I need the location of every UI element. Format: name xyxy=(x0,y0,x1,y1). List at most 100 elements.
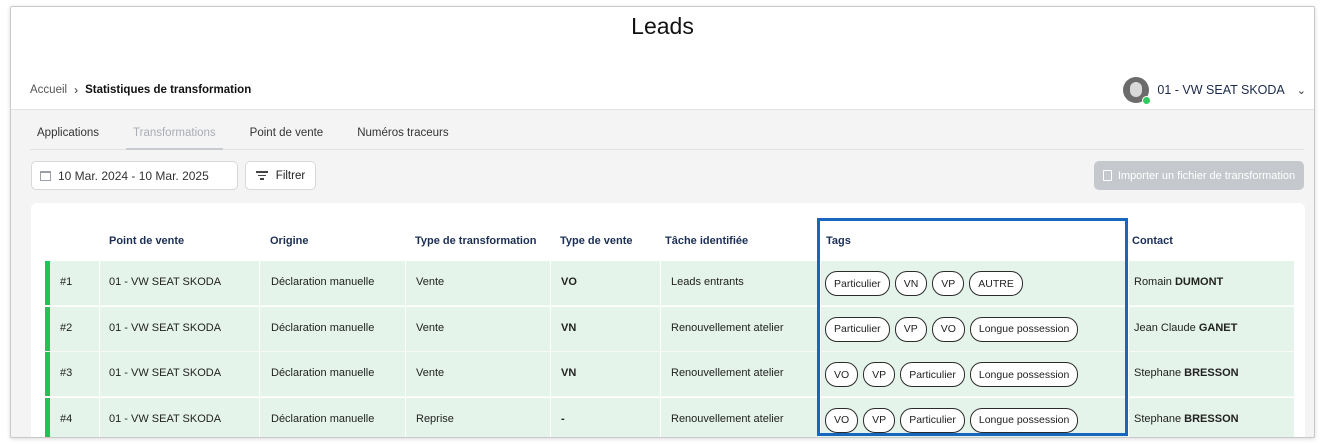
chevron-down-icon: ⌄ xyxy=(1296,84,1306,97)
column-divider xyxy=(405,306,406,351)
tab-numeros-traceurs[interactable]: Numéros traceurs xyxy=(350,124,455,150)
tab-bar: Applications Transformations Point de ve… xyxy=(30,124,1304,150)
column-divider xyxy=(99,397,100,437)
cell-tache: Renouvellement atelier xyxy=(671,412,784,425)
filter-button[interactable]: Filtrer xyxy=(245,161,316,190)
header-tags[interactable]: Tags xyxy=(826,235,851,247)
column-divider xyxy=(550,397,551,437)
row-index: #1 xyxy=(60,276,73,288)
column-divider xyxy=(1128,261,1129,305)
table-row[interactable]: #2 01 - VW SEAT SKODA Déclaration manuelle… xyxy=(45,306,1294,352)
tag-chip[interactable]: Longue possession xyxy=(969,362,1079,387)
cell-point-de-vente: 01 - VW SEAT SKODA xyxy=(109,367,222,379)
tag-chip[interactable]: VO xyxy=(825,362,859,387)
transformations-table: Point de vente Origine Type de transform… xyxy=(31,203,1305,437)
table-row[interactable]: #3 01 - VW SEAT SKODA Déclaration manuelle… xyxy=(45,352,1294,397)
tag-chip[interactable]: VP xyxy=(894,316,927,342)
column-divider xyxy=(405,397,406,437)
tag-chip[interactable]: Particulier xyxy=(825,271,890,296)
column-divider xyxy=(660,397,661,437)
contact-first-name: Romain xyxy=(1134,276,1172,288)
avatar-face-icon xyxy=(1130,82,1143,97)
tag-list: Particulier VN VP AUTRE xyxy=(825,271,1023,296)
avatar xyxy=(1123,77,1152,105)
column-divider xyxy=(259,306,260,351)
contact-first-name: Stephane xyxy=(1134,367,1182,379)
column-divider xyxy=(259,352,260,396)
column-divider xyxy=(1128,352,1129,396)
column-divider xyxy=(550,261,551,305)
tag-chip[interactable]: Particulier xyxy=(825,316,890,342)
tag-chip[interactable]: VP xyxy=(863,362,896,387)
column-divider xyxy=(660,306,661,351)
column-divider xyxy=(99,352,100,396)
contact-last-name: BRESSON xyxy=(1184,367,1239,379)
cell-point-de-vente: 01 - VW SEAT SKODA xyxy=(109,412,222,425)
tag-chip[interactable]: Particulier xyxy=(900,407,965,433)
tag-list: VO VP Particulier Longue possession xyxy=(825,362,1079,387)
tag-chip[interactable]: Longue possession xyxy=(969,316,1079,342)
contact-last-name: BRESSON xyxy=(1184,412,1239,425)
tab-transformations[interactable]: Transformations xyxy=(126,124,223,150)
header-point-de-vente[interactable]: Point de vente xyxy=(109,235,184,247)
tag-chip[interactable]: AUTRE xyxy=(969,271,1023,296)
cell-type-vente: - xyxy=(561,412,565,425)
import-file-button[interactable]: Importer un fichier de transformation xyxy=(1094,161,1304,190)
table-row[interactable]: #1 01 - VW SEAT SKODA Déclaration manuelle… xyxy=(45,261,1294,306)
header-origine[interactable]: Origine xyxy=(270,235,309,247)
header-type-vente[interactable]: Type de vente xyxy=(560,235,633,247)
tag-chip[interactable]: VP xyxy=(932,271,965,296)
filter-icon xyxy=(255,171,268,180)
cell-tache: Renouvellement atelier xyxy=(671,367,784,379)
row-index: #3 xyxy=(60,367,73,379)
column-divider xyxy=(1128,397,1129,437)
date-range-picker[interactable]: 10 Mar. 2024 - 10 Mar. 2025 xyxy=(31,161,238,190)
cell-tache: Leads entrants xyxy=(671,276,744,288)
row-index: #2 xyxy=(60,321,73,334)
contact-first-name: Stephane xyxy=(1134,412,1182,425)
row-status-bar xyxy=(45,352,50,396)
breadcrumb-home[interactable]: Accueil xyxy=(30,84,67,96)
tag-list: VO VP Particulier Longue possession xyxy=(825,407,1079,433)
online-status-icon xyxy=(1142,96,1152,105)
date-range-value: 10 Mar. 2024 - 10 Mar. 2025 xyxy=(58,168,209,183)
cell-contact: Jean Claude GANET xyxy=(1134,322,1237,334)
table-row[interactable]: #4 01 - VW SEAT SKODA Déclaration manuelle… xyxy=(45,397,1294,437)
column-divider xyxy=(405,352,406,396)
cell-origine: Déclaration manuelle xyxy=(271,276,375,288)
cell-contact: Romain DUMONT xyxy=(1134,276,1223,288)
cell-type-transformation: Vente xyxy=(416,276,445,288)
contact-first-name: Jean Claude xyxy=(1134,321,1196,334)
app-window: Leads Accueil › Statistiques de transfor… xyxy=(10,6,1315,438)
header-tache[interactable]: Tâche identifiée xyxy=(665,235,748,247)
tag-chip[interactable]: VO xyxy=(931,316,965,342)
column-divider xyxy=(99,306,100,351)
cell-type-vente: VN xyxy=(561,321,577,334)
tag-chip[interactable]: VN xyxy=(894,271,928,296)
cell-type-transformation: Vente xyxy=(416,321,445,334)
cell-origine: Déclaration manuelle xyxy=(271,367,375,379)
column-divider xyxy=(820,397,821,437)
cell-type-transformation: Vente xyxy=(416,367,445,379)
tag-chip[interactable]: Longue possession xyxy=(969,407,1079,433)
cell-tache: Renouvellement atelier xyxy=(671,321,784,334)
header-type-transformation[interactable]: Type de transformation xyxy=(415,235,536,247)
cell-contact: Stephane BRESSON xyxy=(1134,413,1239,425)
toolbar: 10 Mar. 2024 - 10 Mar. 2025 Filtrer Impo… xyxy=(31,161,1304,191)
cell-contact: Stephane BRESSON xyxy=(1134,367,1239,379)
column-divider xyxy=(820,352,821,396)
tag-chip[interactable]: Particulier xyxy=(900,362,965,387)
tag-chip[interactable]: VP xyxy=(863,407,896,433)
account-selector[interactable]: 01 - VW SEAT SKODA ⌄ xyxy=(1123,77,1306,105)
tag-chip[interactable]: VO xyxy=(825,407,859,433)
import-label: Importer un fichier de transformation xyxy=(1117,169,1296,182)
column-divider xyxy=(259,397,260,437)
header-contact[interactable]: Contact xyxy=(1132,235,1173,247)
tab-applications[interactable]: Applications xyxy=(30,124,106,150)
tab-point-de-vente[interactable]: Point de vente xyxy=(243,124,331,150)
page-title: Leads xyxy=(631,13,694,39)
column-divider xyxy=(99,261,100,305)
row-status-bar xyxy=(45,306,50,351)
table-header: Point de vente Origine Type de transform… xyxy=(31,203,1305,259)
filter-label: Filtrer xyxy=(275,169,306,182)
